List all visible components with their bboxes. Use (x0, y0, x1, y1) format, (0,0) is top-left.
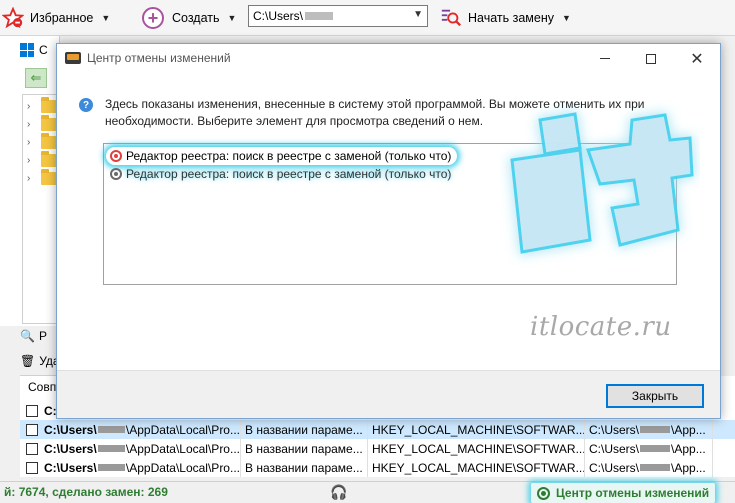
table-row[interactable]: C:\Users\ \AppData\Local\Pro... В названи… (20, 458, 735, 477)
status-bar: й: 7674, сделано замен: 269 🎧 Центр отме… (0, 481, 735, 503)
headset-icon[interactable]: 🎧 (330, 484, 347, 500)
chevron-right-icon[interactable]: › (27, 173, 37, 184)
maximize-icon (646, 53, 656, 64)
table-cell-value: C:\Users\ \App... (585, 439, 713, 458)
dialog-titlebar[interactable]: Центр отмены изменений ✕ (57, 44, 720, 73)
main-toolbar: Избранное ▼ + Создать ▼ C:\Users\ ▼ Нача… (0, 0, 735, 36)
chevron-right-icon[interactable]: › (27, 137, 37, 148)
it-logo-watermark (510, 112, 694, 254)
undo-ring-icon (537, 486, 550, 500)
chevron-down-icon[interactable]: ▼ (228, 13, 237, 23)
favorites-label: Избранное (30, 11, 94, 25)
app-icon (65, 52, 81, 64)
undo-icon (110, 168, 122, 180)
table-cell-value: C:\Users\ \App... (585, 420, 713, 439)
table-cell-key: HKEY_LOCAL_MACHINE\SOFTWAR... (368, 420, 585, 439)
start-replace-label: Начать замену (468, 11, 554, 25)
row-checkbox[interactable] (26, 404, 38, 417)
undo-icon (110, 150, 122, 162)
left-panel-header: С (20, 40, 60, 60)
table-cell-location: В названии параме... (241, 420, 368, 439)
close-button[interactable]: Закрыть (606, 384, 704, 408)
list-item-label: Редактор реестра: поиск в реестре с заме… (126, 167, 452, 181)
left-panel-label: С (39, 43, 48, 57)
search-icon: 🔍 (20, 329, 35, 343)
close-window-button[interactable]: ✕ (674, 44, 720, 73)
start-replace-button[interactable]: Начать замену ▼ (440, 4, 571, 32)
table-cell-key: HKEY_LOCAL_MACHINE\SOFTWAR... (368, 439, 585, 458)
tree-item[interactable]: › (27, 114, 59, 133)
watermark-text: itlocate.ru (530, 312, 672, 342)
path-text: C:\Users\ (253, 9, 304, 23)
plus-icon: + (142, 7, 164, 29)
row-checkbox[interactable] (26, 442, 38, 455)
search-tool[interactable]: 🔍 Р (20, 326, 47, 346)
list-item[interactable]: Редактор реестра: поиск в реестре с заме… (106, 147, 458, 165)
right-edge-strip (721, 36, 735, 376)
maximize-button[interactable] (628, 44, 674, 73)
table-cell-location: В названии параме... (241, 458, 368, 477)
chevron-right-icon[interactable]: › (27, 155, 37, 166)
minimize-icon (600, 58, 610, 59)
delete-tool[interactable]: 🗑 Уда (20, 351, 60, 371)
table-header[interactable]: Совп (28, 380, 56, 394)
table-cell-path: C:\Users\ \AppData\Local\Pro... (44, 439, 241, 458)
create-label: Создать (172, 11, 220, 25)
tree-item[interactable]: › (27, 168, 59, 187)
row-checkbox[interactable] (26, 461, 38, 474)
list-item[interactable]: Редактор реестра: поиск в реестре с заме… (106, 165, 457, 183)
search-replace-icon (441, 9, 461, 27)
trash-icon: 🗑 (20, 354, 36, 368)
status-counts: й: 7674, сделано замен: 269 (4, 485, 168, 499)
chevron-down-icon[interactable]: ▼ (101, 13, 110, 23)
redacted-username (305, 12, 334, 20)
close-icon: ✕ (690, 50, 704, 68)
chevron-down-icon[interactable]: ▼ (562, 13, 571, 23)
undo-center-button[interactable]: Центр отмены изменений (531, 483, 716, 503)
table-row[interactable]: C:\Users\ \AppData\Local\Pro... В названи… (20, 420, 735, 439)
table-cell-location: В названии параме... (241, 439, 368, 458)
list-item-label: Редактор реестра: поиск в реестре с заме… (126, 149, 452, 163)
undo-center-label: Центр отмены изменений (556, 486, 710, 500)
left-panel: С ⇐ › › › › › (0, 36, 60, 326)
folder-tree[interactable]: › › › › › (22, 94, 60, 324)
chevron-right-icon[interactable]: › (27, 119, 37, 130)
table-cell-value: C:\Users\ \App... (585, 458, 713, 477)
back-button[interactable]: ⇐ (25, 68, 47, 88)
path-combobox[interactable]: C:\Users\ ▼ (248, 5, 428, 27)
chevron-right-icon[interactable]: › (27, 101, 37, 112)
tree-item[interactable]: › (27, 132, 59, 151)
dialog-title: Центр отмены изменений (87, 51, 231, 65)
favorites-button[interactable]: Избранное ▼ (2, 4, 110, 32)
dialog-footer: Закрыть (57, 370, 720, 418)
tree-item[interactable]: › (27, 96, 59, 115)
star-icon (2, 7, 24, 29)
create-button[interactable]: + Создать ▼ (142, 4, 236, 32)
table-cell-path: C:\Users\ \AppData\Local\Pro... (44, 420, 241, 439)
row-checkbox[interactable] (26, 423, 38, 436)
minimize-button[interactable] (582, 44, 628, 73)
table-row[interactable]: C:\Users\ \AppData\Local\Pro... В названи… (20, 439, 735, 458)
search-tool-label: Р (38, 329, 47, 343)
windows-icon (20, 43, 34, 57)
question-icon: ? (79, 98, 93, 112)
tree-item[interactable]: › (27, 150, 59, 169)
table-cell-path: C:\Users\ \AppData\Local\Pro... (44, 458, 241, 477)
table-cell-key: HKEY_LOCAL_MACHINE\SOFTWAR... (368, 458, 585, 477)
chevron-down-icon[interactable]: ▼ (413, 9, 423, 20)
